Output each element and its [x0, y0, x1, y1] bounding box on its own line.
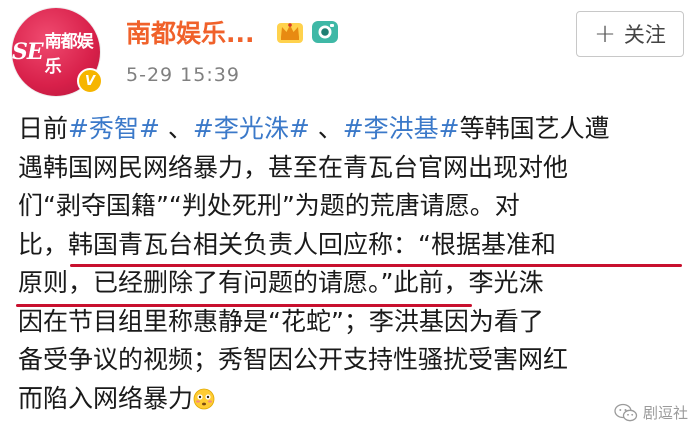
post-text: 而陷入网络暴力: [18, 383, 194, 413]
post-line: 因在节目组里称惠静是“花蛇”；李洪基因为看了: [18, 306, 544, 336]
avatar-mark: SE: [12, 39, 44, 65]
post-text: 、: [159, 114, 193, 143]
follow-button[interactable]: + 关注: [576, 11, 684, 57]
post-line: 而陷入网络暴力: [18, 380, 688, 419]
red-underline-1: [70, 264, 682, 267]
verified-badge-icon: V: [77, 68, 103, 94]
red-underline-2: [16, 304, 472, 307]
post-timestamp: 5-29 15:39: [126, 64, 240, 86]
post-line: 比，韩国青瓦台相关负责人回应称：“根据基准和: [18, 229, 556, 259]
hashtag-suzy[interactable]: #秀智#: [68, 114, 160, 143]
hashtag-leekwangsoo[interactable]: #李光洙#: [193, 114, 310, 143]
account-name[interactable]: 南都娱乐...: [126, 14, 255, 50]
post-text: 、: [309, 114, 343, 143]
watermark-text: 剧逗社: [642, 404, 688, 422]
plus-icon: +: [594, 19, 616, 49]
post-line: 原则，已经删除了有问题的请愿。”此前，李光洙: [18, 268, 544, 297]
hashtag-leehongki[interactable]: #李洪基#: [343, 114, 460, 143]
wechat-icon: [614, 403, 638, 421]
post-text: 等韩国艺人遭: [459, 114, 610, 143]
post-line: 备受争议的视频；秀智因公开支持性骚扰受害网红: [18, 345, 569, 374]
watermark: 剧逗社: [614, 402, 688, 423]
flushed-face-icon: [193, 388, 215, 409]
post-line: 日前#秀智# 、#李光洙# 、#李洪基#等韩国艺人遭: [18, 110, 688, 149]
post-text: 日前: [18, 114, 69, 143]
camera-icon[interactable]: [310, 17, 340, 45]
crown-icon[interactable]: [275, 17, 305, 45]
post-line: 们“剥夺国籍”“判处死刑”为题的荒唐请愿。对: [18, 191, 520, 220]
follow-label: 关注: [623, 23, 666, 47]
post-line: 遇韩国网民网络暴力，甚至在青瓦台官网出现对他: [18, 152, 569, 182]
